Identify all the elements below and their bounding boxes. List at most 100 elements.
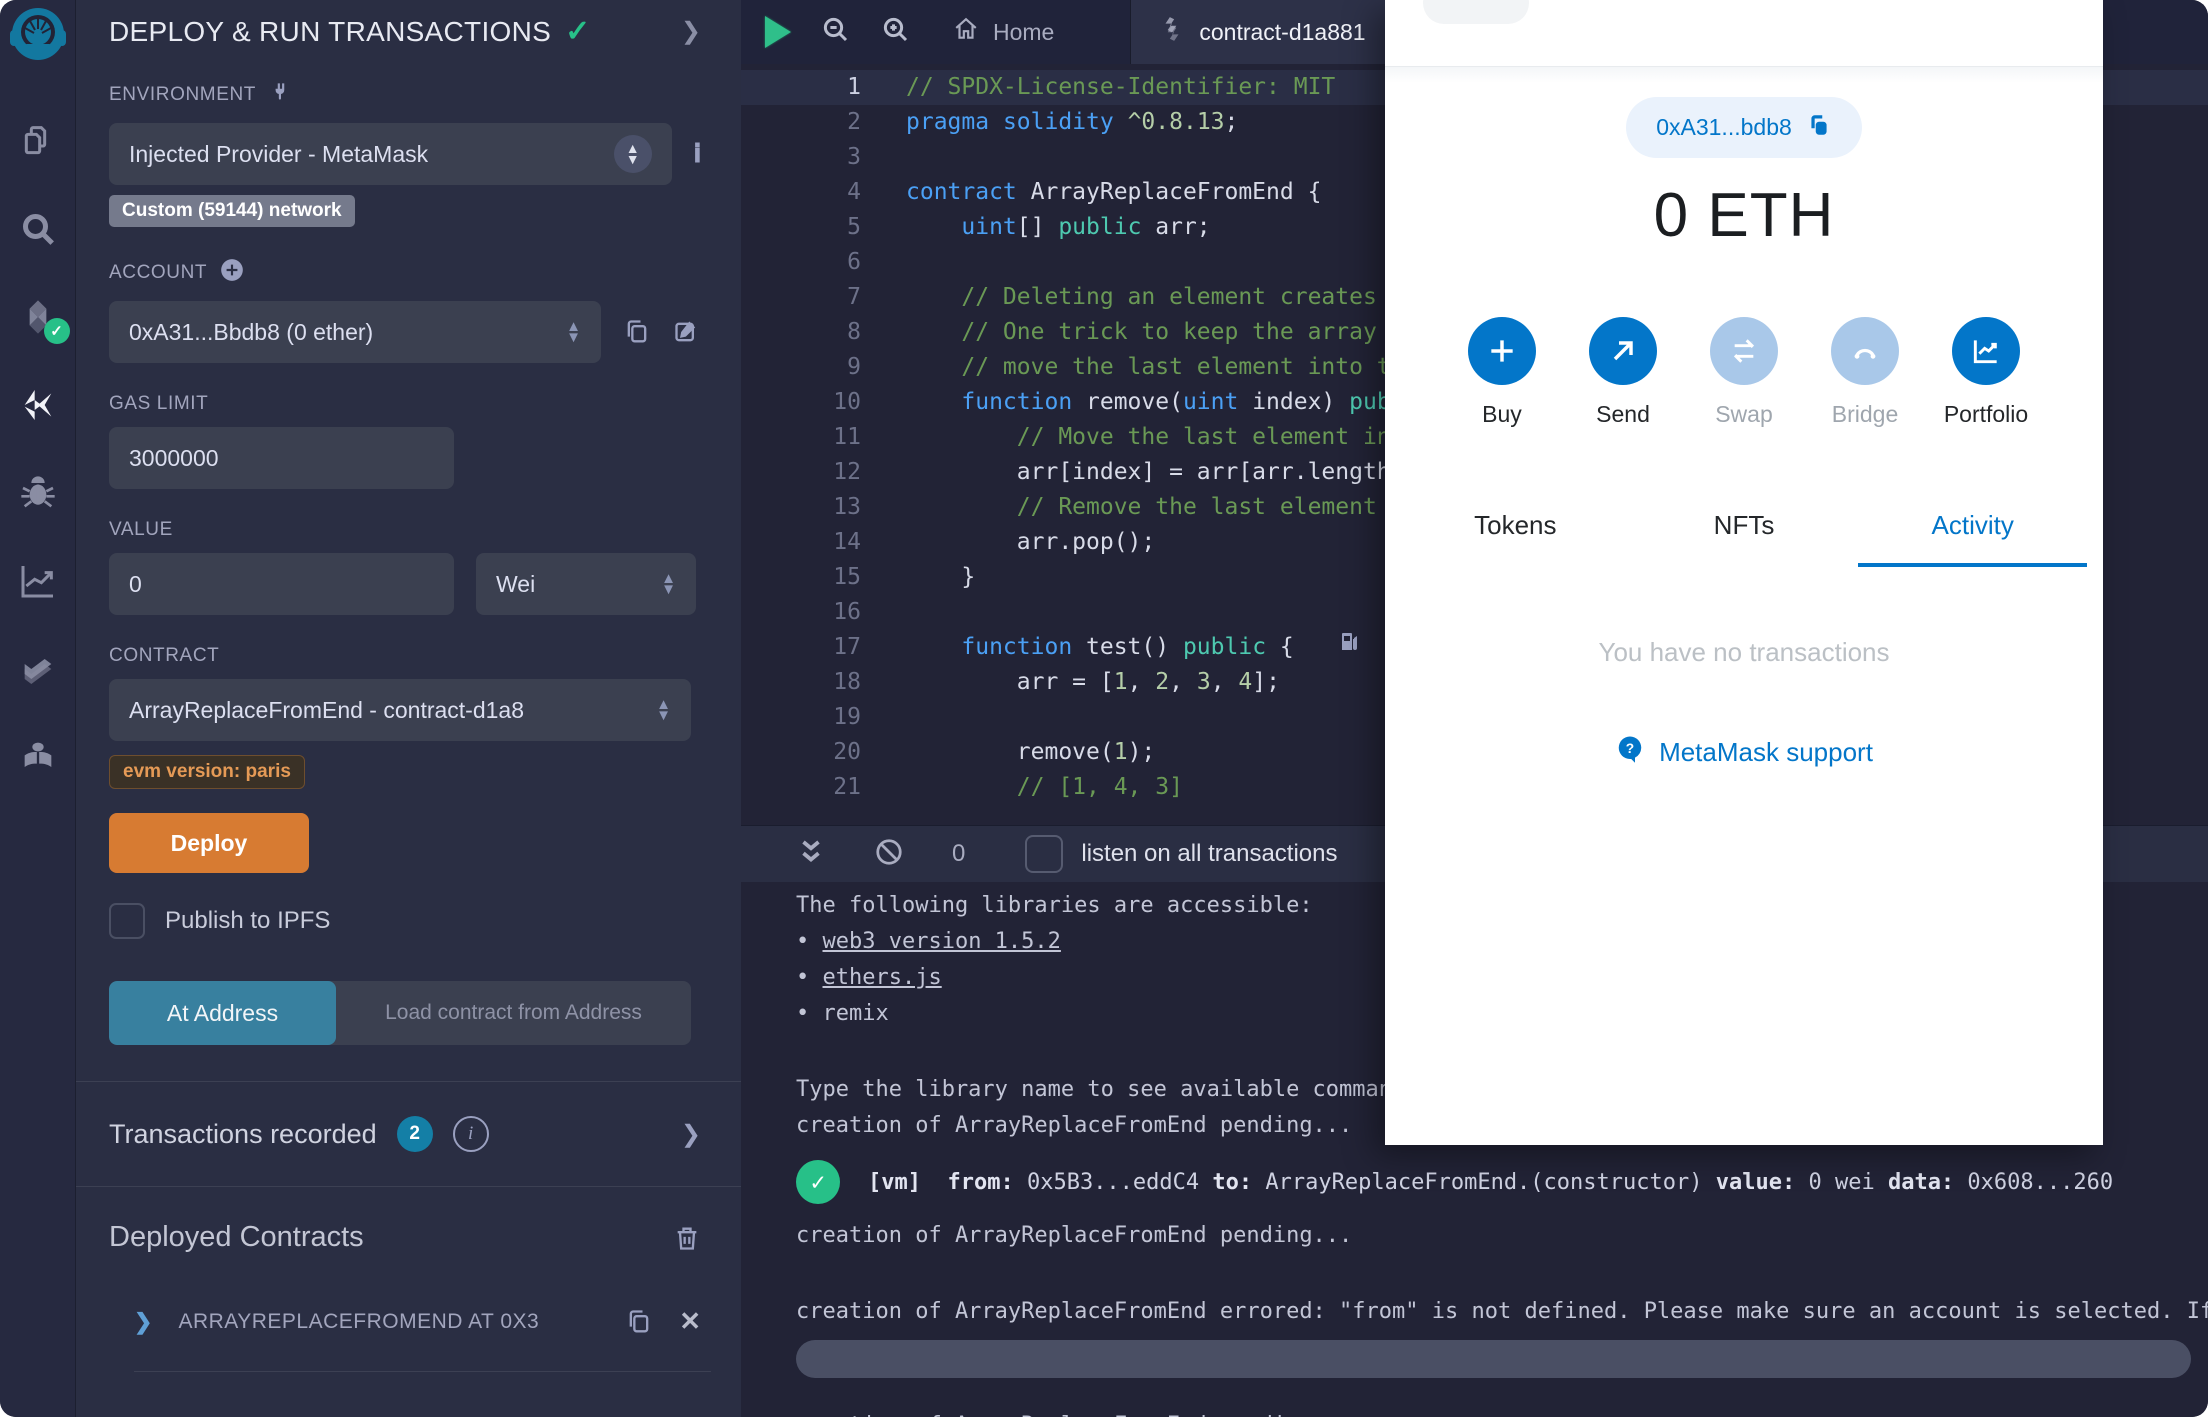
code-text: } [906, 564, 976, 590]
swap-button: Swap [1710, 317, 1778, 428]
action-label: Buy [1482, 401, 1522, 427]
line-number: 12 [833, 459, 861, 485]
file-explorer-icon[interactable] [14, 118, 62, 164]
line-number: 17 [833, 634, 861, 660]
code-text: function remove(uint index) public { [961, 389, 1460, 415]
code-text: function test() public { [961, 634, 1294, 660]
remix-logo[interactable] [8, 6, 68, 66]
terminal-count: 0 [952, 840, 966, 867]
portfolio-button[interactable]: Portfolio [1944, 317, 2028, 428]
vm-transaction-log[interactable]: ✓ [vm] from: 0x5B3...eddC4 to: ArrayRepla… [796, 1160, 2208, 1204]
at-address-placeholder[interactable]: Load contract from Address [336, 981, 691, 1045]
terminal-line: creation of ArrayReplaceFromEnd pending.… [796, 1223, 1353, 1248]
line-number: 18 [833, 669, 861, 695]
chevron-right-icon[interactable]: ❯ [681, 1120, 701, 1149]
debugger-icon[interactable] [14, 470, 62, 516]
select-arrows-icon: ▲ ▼ [566, 318, 581, 346]
search-icon[interactable] [14, 206, 62, 252]
plus-circle-icon[interactable] [219, 257, 245, 289]
swap-icon [1710, 317, 1778, 385]
zoom-in-icon[interactable] [881, 15, 911, 50]
ban-icon[interactable] [874, 837, 904, 872]
icon-rail: ✓ [0, 0, 76, 1417]
listen-all-transactions-label: listen on all transactions [1081, 840, 1338, 867]
copy-icon[interactable] [623, 318, 651, 346]
send-button[interactable]: Send [1589, 317, 1657, 428]
tab-nfts[interactable]: NFTs [1630, 510, 1859, 567]
buy-button[interactable]: Buy [1468, 317, 1536, 428]
transactions-recorded-row[interactable]: Transactions recorded 2 i ❯ [76, 1082, 741, 1186]
unit-testing-icon[interactable] [14, 646, 62, 692]
tab-home-label: Home [993, 18, 1055, 45]
line-number: 2 [847, 109, 861, 135]
value-amount: 0 [129, 570, 142, 597]
line-number: 11 [833, 424, 861, 450]
info-icon[interactable]: i [452, 1116, 489, 1152]
empty-transactions-message: You have no transactions [1598, 637, 1890, 667]
deploy-run-icon[interactable] [14, 382, 62, 428]
compiled-check-badge: ✓ [43, 318, 70, 344]
listen-all-transactions-checkbox[interactable] [1025, 835, 1064, 873]
line-number: 7 [847, 284, 861, 310]
publish-ipfs-checkbox[interactable] [109, 903, 145, 939]
line-number: 3 [847, 144, 861, 170]
gas-limit-input[interactable]: 3000000 [109, 427, 454, 489]
evm-version-badge: evm version: paris [109, 755, 305, 789]
deploy-run-panel: DEPLOY & RUN TRANSACTIONS ✓ ❯ ENVIRONMEN… [76, 0, 741, 1417]
line-number: 16 [833, 599, 861, 625]
edit-icon[interactable] [673, 318, 701, 346]
tab-home[interactable]: Home [925, 0, 1082, 64]
metamask-tabs: Tokens NFTs Activity [1385, 510, 2103, 567]
plugin-manager-icon[interactable] [14, 734, 62, 780]
terminal-scrollbar-thumb[interactable] [796, 1340, 2191, 1378]
code-text: remove(1); [906, 739, 1156, 765]
tab-tokens[interactable]: Tokens [1401, 510, 1630, 567]
at-address-button[interactable]: At Address [109, 981, 336, 1045]
terminal-text: remix [822, 1001, 889, 1026]
value-unit-select[interactable]: Wei ▲ ▼ [476, 553, 696, 615]
check-circle-icon: ✓ [796, 1160, 840, 1204]
action-label: Bridge [1831, 401, 1899, 427]
plus-icon [1468, 317, 1536, 385]
environment-label: ENVIRONMENT [109, 84, 256, 105]
code-text: // Remove the last element [906, 494, 1377, 520]
analytics-icon[interactable] [14, 558, 62, 604]
metamask-support-link[interactable]: ? MetaMask support [1615, 734, 1873, 771]
expand-chevron-icon[interactable]: ❯ [134, 1309, 152, 1335]
account-select[interactable]: 0xA31...Bbdb8 (0 ether) ▲ ▼ [109, 301, 601, 363]
select-arrows-icon: ▲ ▼ [656, 696, 671, 724]
tab-activity[interactable]: Activity [1858, 510, 2088, 567]
deployed-contracts-title: Deployed Contracts [109, 1221, 364, 1253]
solidity-file-icon [1159, 16, 1185, 48]
solidity-compiler-icon[interactable]: ✓ [14, 294, 70, 344]
action-label: Send [1596, 401, 1650, 427]
code-text: arr = [1, 2, 3, 4]; [906, 669, 1280, 695]
info-icon[interactable]: 𝐢 [694, 139, 701, 170]
double-chevron-down-icon[interactable] [796, 837, 826, 872]
line-number: 5 [847, 214, 861, 240]
svg-text:?: ? [1626, 741, 1634, 756]
terminal-link[interactable]: ethers.js [823, 965, 942, 990]
account-address-pill[interactable]: 0xA31...bdb8 [1626, 97, 1862, 158]
deploy-button[interactable]: Deploy [109, 813, 309, 873]
close-icon[interactable]: ✕ [679, 1306, 701, 1337]
metamask-header-button[interactable] [1423, 0, 1529, 24]
environment-select[interactable]: Injected Provider - MetaMask ▲ ▼ [109, 123, 672, 185]
select-arrows-icon: ▲ ▼ [661, 570, 676, 598]
copy-icon[interactable] [625, 1308, 653, 1336]
trash-icon[interactable] [673, 1224, 701, 1252]
deployed-contract-label: ARRAYREPLACEFROMEND AT 0X3 [178, 1309, 540, 1333]
account-label: ACCOUNT [109, 262, 208, 283]
code-text: uint[] public arr; [961, 214, 1211, 240]
publish-ipfs-label: Publish to IPFS [165, 907, 331, 934]
terminal-link[interactable]: web3 version 1.5.2 [823, 929, 1061, 954]
copy-icon [1806, 112, 1832, 143]
play-icon[interactable] [765, 16, 791, 48]
select-arrows-icon: ▲ ▼ [613, 135, 652, 173]
value-input[interactable]: 0 [109, 553, 454, 615]
zoom-out-icon[interactable] [821, 15, 851, 50]
chevron-right-icon[interactable]: ❯ [681, 17, 701, 46]
line-number: 8 [847, 319, 861, 345]
line-number: 14 [833, 529, 861, 555]
contract-select[interactable]: ArrayReplaceFromEnd - contract-d1a8 ▲ ▼ [109, 679, 691, 741]
